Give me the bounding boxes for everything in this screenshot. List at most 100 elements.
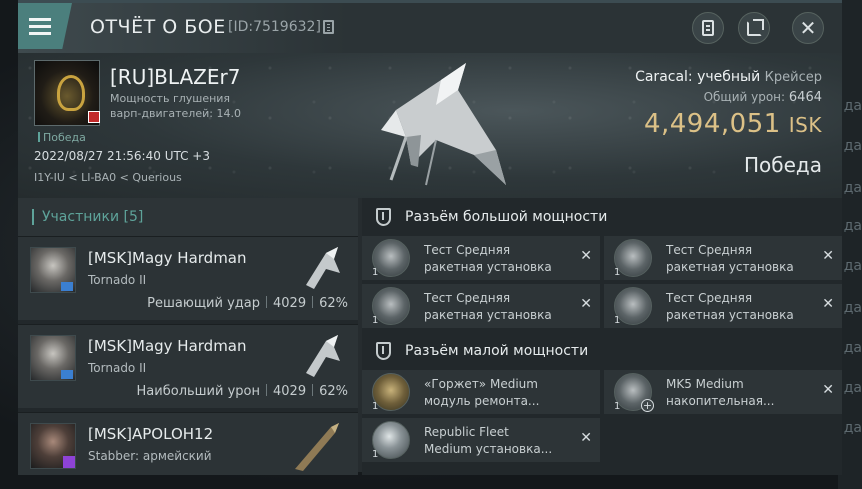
module-qty: 1 (372, 267, 379, 278)
edge-text: да (843, 138, 862, 154)
participant-stats: Решающий удар 4029 62% (147, 296, 348, 311)
system-route: I1Y-IU < LI-BA0 < Querious (34, 171, 182, 184)
slot-icon (376, 208, 391, 226)
participant-role: Решающий удар (147, 296, 260, 311)
total-damage: Общий урон: 6464 (704, 90, 822, 105)
fitting-panel: Разъём большой мощности 1 Тест Средняя ра… (362, 198, 842, 475)
module-item[interactable]: + 1 MK5 Medium накопительная... ✕ (604, 370, 842, 414)
participant-name: [MSK]Magy Hardman (88, 337, 247, 355)
copy-icon[interactable] (323, 20, 334, 34)
participant-ship: Stabber: армейский (88, 449, 212, 463)
edge-text: да (843, 258, 862, 274)
attribute-line: Мощность глушения (110, 92, 231, 105)
participant-name: [MSK]APOLOH12 (88, 425, 214, 443)
participant-ship: Tornado II (88, 273, 147, 287)
destroyed-icon: ✕ (822, 248, 834, 264)
participant-row[interactable]: [MSK]Magy Hardman Tornado II Наибольший … (18, 324, 358, 408)
participant-avatar (30, 335, 76, 381)
participant-role: Наибольший урон (136, 384, 260, 399)
module-qty: 1 (372, 449, 379, 460)
module-qty: 1 (372, 401, 379, 412)
victim-attribute: Мощность глушения варп-двигателей: 14.0 (110, 91, 241, 121)
destroyed-icon: ✕ (580, 296, 592, 312)
module-qty: 1 (372, 315, 379, 326)
edge-text: да (843, 180, 862, 196)
victim-name[interactable]: [RU]BLAZEr7 (110, 65, 240, 89)
ship-render (381, 63, 506, 186)
title-bar: ОТЧЁТ О БОЕ [ID:7519632] ✕ (18, 3, 842, 53)
participant-damage: 4029 (273, 384, 307, 399)
ship-thumbnail (306, 335, 340, 377)
edge-text: да (843, 380, 862, 396)
hamburger-icon (29, 24, 51, 28)
module-name: Тест Средняя ракетная установка (424, 291, 552, 322)
close-button[interactable]: ✕ (792, 12, 824, 44)
module-name: MK5 Medium накопительная... (666, 377, 775, 408)
ship-name[interactable]: Caracal: учебный Крейсер (635, 69, 822, 85)
low-slot-header: Разъём малой мощности (362, 332, 842, 370)
edge-text: да (843, 218, 862, 234)
participant-stats: Наибольший урон 4029 62% (137, 384, 348, 399)
destroyed-icon: ✕ (580, 430, 592, 446)
damage-label: Общий урон: (703, 90, 786, 104)
close-icon: ✕ (799, 16, 817, 40)
module-name: Republic Fleet Medium установка... (424, 425, 553, 456)
status-tag: Победа (38, 131, 86, 144)
edge-text: да (843, 98, 862, 114)
module-item[interactable]: 1 Republic Fleet Medium установка... ✕ (362, 418, 600, 462)
edge-text: да (843, 300, 862, 316)
corp-badge (61, 282, 73, 291)
victim-summary: [RU]BLAZEr7 Мощность глушения варп-двига… (18, 53, 842, 198)
ship-type: Caracal: учебный (635, 69, 761, 85)
slot-title: Разъём большой мощности (405, 209, 608, 225)
isk-value: 4,494,051 ISK (644, 109, 822, 139)
report-id: [ID:7519632] (228, 19, 321, 35)
slot-icon (376, 342, 391, 360)
slot-title: Разъём малой мощности (405, 343, 589, 359)
share-icon (746, 18, 764, 36)
security-status-badge (88, 111, 100, 123)
isk-amount: 4,494,051 (643, 109, 781, 139)
participant-avatar (30, 247, 76, 293)
ship-class: Крейсер (764, 70, 822, 85)
participant-name: [MSK]Magy Hardman (88, 249, 247, 267)
module-name: «Горжет» Medium модуль ремонта... (424, 377, 540, 408)
share-button[interactable] (738, 12, 770, 44)
edge-text: да (843, 340, 862, 356)
kill-datetime: 2022/08/27 21:56:40 UTC +3 (34, 149, 210, 163)
ship-thumbnail (295, 423, 339, 471)
module-qty: 1 (614, 315, 621, 326)
module-name: Тест Средняя ракетная установка (666, 291, 794, 322)
participant-percent: 62% (319, 384, 348, 399)
menu-button[interactable] (18, 3, 72, 49)
module-item[interactable]: 1 «Горжет» Medium модуль ремонта... (362, 370, 600, 414)
window-title: ОТЧЁТ О БОЕ (90, 16, 226, 38)
ship-thumbnail (306, 247, 340, 289)
corp-badge (61, 370, 73, 379)
attribute-line: варп-двигателей: 14.0 (110, 107, 241, 120)
destroyed-icon: ✕ (580, 248, 592, 264)
damage-value: 6464 (788, 90, 822, 105)
report-log-button[interactable] (692, 12, 724, 44)
participant-damage: 4029 (273, 296, 307, 311)
plus-icon: + (641, 399, 654, 412)
battle-report-panel: ОТЧЁТ О БОЕ [ID:7519632] ✕ [RU]BLAZEr7 М… (18, 0, 842, 475)
participant-row[interactable]: [MSK]APOLOH12 Stabber: армейский (18, 412, 358, 475)
module-item[interactable]: 1 Тест Средняя ракетная установка ✕ (362, 284, 600, 328)
participant-avatar (30, 423, 76, 469)
destroyed-icon: ✕ (822, 382, 834, 398)
module-item[interactable]: 1 Тест Средняя ракетная установка ✕ (362, 236, 600, 280)
participants-header[interactable]: Участники [5] (18, 198, 358, 236)
module-name: Тест Средняя ракетная установка (666, 243, 794, 274)
document-icon (702, 20, 714, 36)
participant-percent: 62% (319, 296, 348, 311)
edge-text: да (843, 420, 862, 436)
module-name: Тест Средняя ракетная установка (424, 243, 552, 274)
module-qty: 1 (614, 267, 621, 278)
module-item[interactable]: 1 Тест Средняя ракетная установка ✕ (604, 236, 842, 280)
module-item[interactable]: 1 Тест Средняя ракетная установка ✕ (604, 284, 842, 328)
participants-panel: Участники [5] [MSK]Magy Hardman Tornado … (18, 198, 358, 475)
battle-result: Победа (744, 153, 822, 177)
high-slot-header: Разъём большой мощности (362, 198, 842, 236)
participant-row[interactable]: [MSK]Magy Hardman Tornado II Решающий уд… (18, 236, 358, 320)
